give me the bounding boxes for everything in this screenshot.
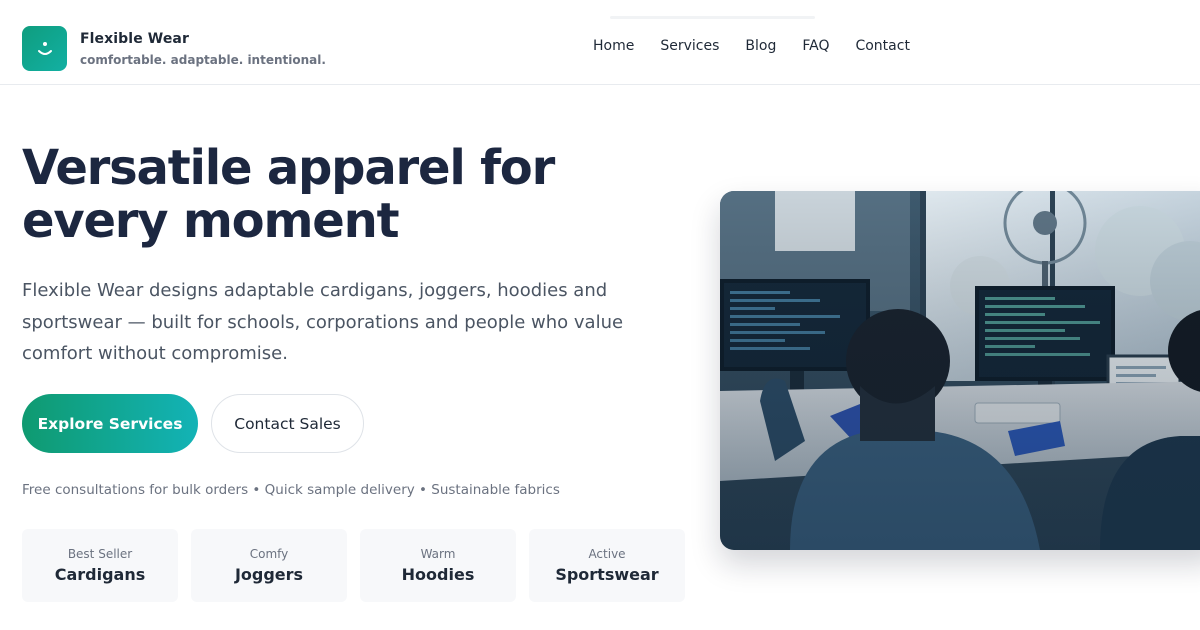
nav-underline-shade	[610, 16, 815, 19]
explore-services-button[interactable]: Explore Services	[22, 394, 198, 453]
category-card-sportswear[interactable]: Active Sportswear	[529, 529, 685, 602]
brand-name[interactable]: Flexible Wear	[80, 31, 189, 47]
brand-logo[interactable]	[22, 26, 67, 71]
category-name: Cardigans	[54, 565, 146, 584]
main-nav: Home Services Blog FAQ Contact	[593, 38, 936, 54]
hero-title: Versatile apparel for every moment	[22, 140, 555, 249]
office-photo-illustration	[720, 191, 1200, 550]
category-kicker: Comfy	[249, 547, 289, 561]
hero-description: Flexible Wear designs adaptable cardigan…	[22, 280, 624, 364]
category-cards: Best Seller Cardigans Comfy Joggers Warm…	[22, 529, 685, 602]
category-card-hoodies[interactable]: Warm Hoodies	[360, 529, 516, 602]
nav-contact[interactable]: Contact	[855, 38, 909, 54]
nav-faq[interactable]: FAQ	[802, 38, 829, 54]
hero-image	[720, 191, 1200, 550]
nav-home[interactable]: Home	[593, 38, 634, 54]
category-name: Hoodies	[401, 565, 475, 584]
site-header: Flexible Wear comfortable. adaptable. in…	[0, 0, 1200, 85]
category-kicker: Best Seller	[67, 547, 133, 561]
category-name: Joggers	[234, 565, 304, 584]
category-kicker: Active	[588, 547, 626, 561]
contact-sales-button[interactable]: Contact Sales	[211, 394, 364, 453]
nav-services[interactable]: Services	[660, 38, 719, 54]
category-card-cardigans[interactable]: Best Seller Cardigans	[22, 529, 178, 602]
brand-tagline: comfortable. adaptable. intentional.	[80, 53, 326, 67]
category-card-joggers[interactable]: Comfy Joggers	[191, 529, 347, 602]
category-name: Sportswear	[555, 565, 659, 584]
category-kicker: Warm	[420, 547, 456, 561]
person-smile-icon	[37, 41, 52, 55]
nav-blog[interactable]: Blog	[745, 38, 776, 54]
hero-perks: Free consultations for bulk orders • Qui…	[22, 482, 560, 498]
